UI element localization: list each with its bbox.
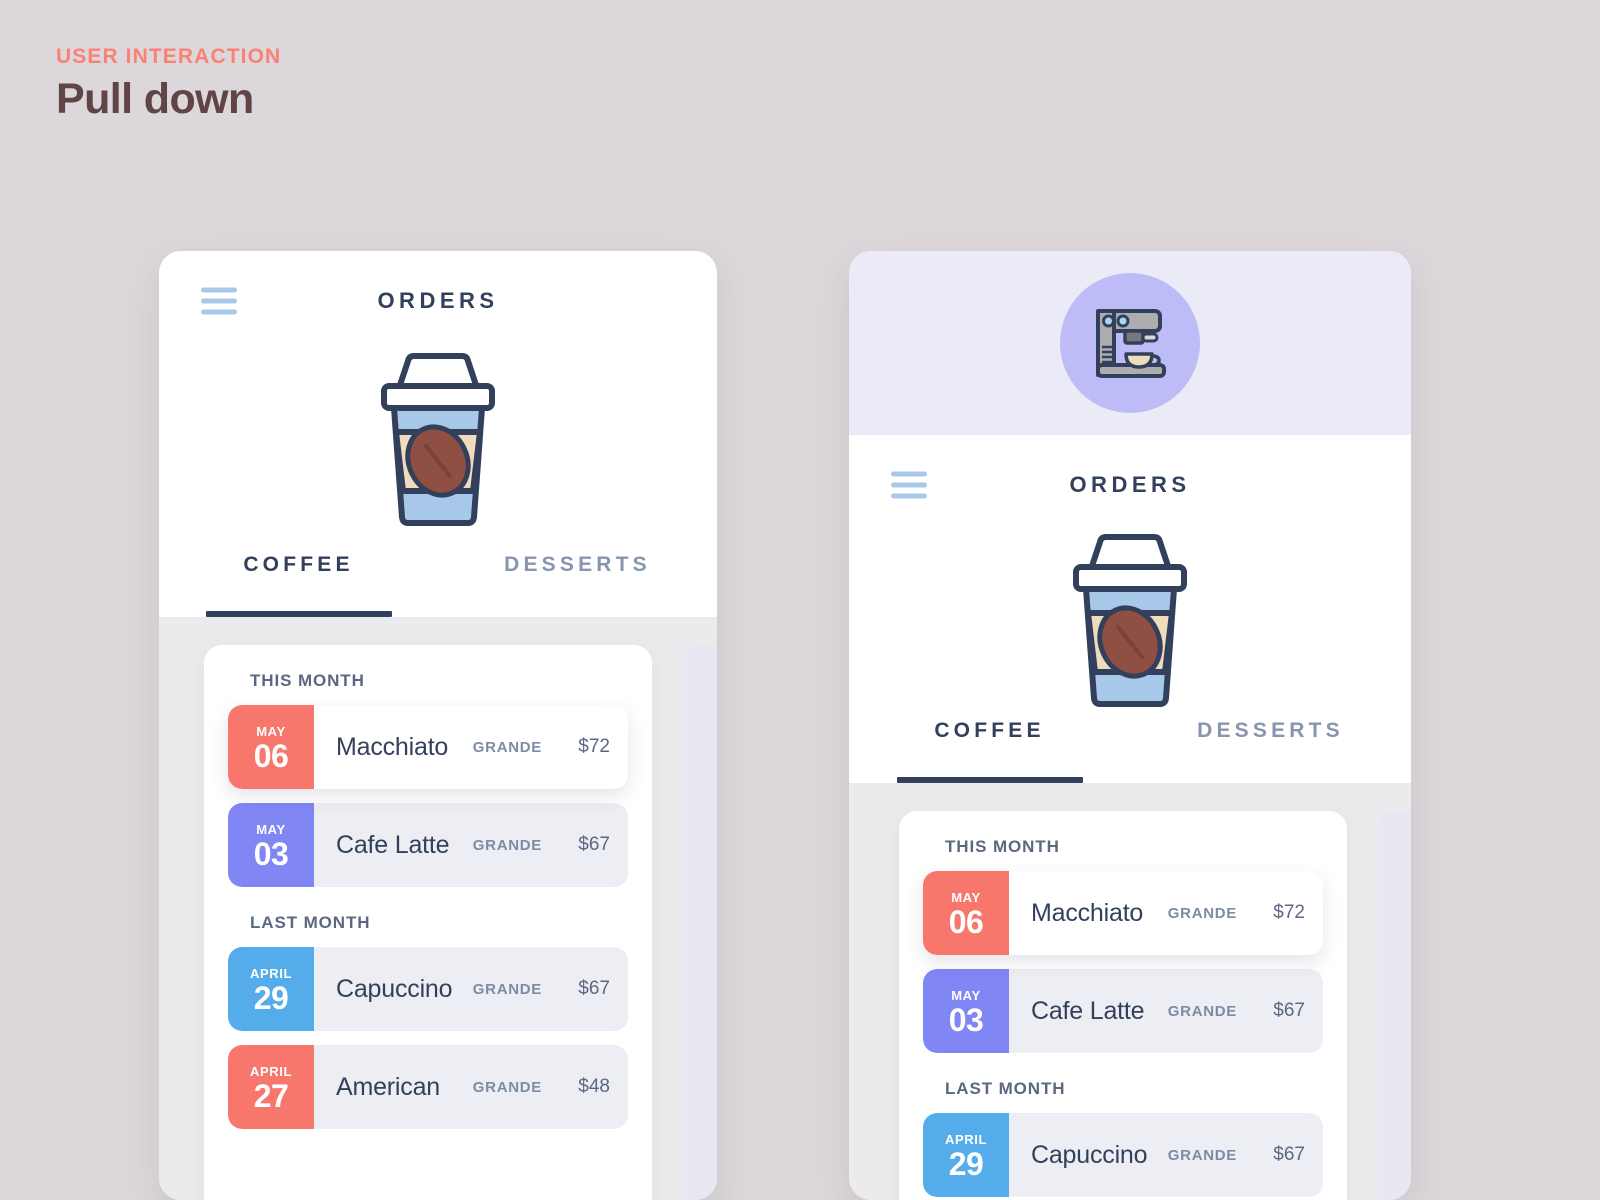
order-price: $72 <box>578 736 610 757</box>
phone-mockup-collapsed: ORDERS COFFEE DESSERTS THIS MONTH MAY 06… <box>159 251 717 1200</box>
date-day: 06 <box>253 737 289 774</box>
order-name: Cafe Latte <box>1031 996 1145 1025</box>
date-month: MAY <box>951 987 981 1003</box>
order-body: Capuccino GRANDE $67 <box>1009 1113 1323 1197</box>
order-size: GRANDE <box>472 1078 542 1096</box>
order-body: Cafe Latte GRANDE $67 <box>1009 969 1323 1053</box>
order-body: Cafe Latte GRANDE $67 <box>314 803 628 887</box>
date-badge: MAY 06 <box>228 705 314 789</box>
date-day: 29 <box>948 1145 984 1182</box>
orders-card: THIS MONTH MAY 06 Macchiato GRANDE $72 M… <box>204 645 652 1200</box>
date-badge: MAY 03 <box>923 969 1009 1053</box>
espresso-machine-badge <box>1060 273 1200 413</box>
section-label-this-month: THIS MONTH <box>945 837 1060 856</box>
app-top-section: ORDERS COFFEE DESSERTS <box>159 251 717 617</box>
order-price: $67 <box>578 978 610 999</box>
order-body: Macchiato GRANDE $72 <box>1009 871 1323 955</box>
table-row[interactable]: MAY 06 Macchiato GRANDE $72 <box>228 705 628 789</box>
date-badge: MAY 06 <box>923 871 1009 955</box>
pull-down-reveal-panel <box>849 251 1411 435</box>
hamburger-menu-icon[interactable] <box>891 471 927 499</box>
app-top-section: ORDERS COFFEE DESSERTS <box>849 435 1411 783</box>
order-size: GRANDE <box>472 836 542 854</box>
date-month: MAY <box>256 821 286 837</box>
orders-scroll-area[interactable]: THIS MONTH MAY 06 Macchiato GRANDE $72 M… <box>849 783 1411 1200</box>
page-heading: USER INTERACTION Pull down <box>56 44 281 127</box>
hero-illustration <box>159 333 717 539</box>
hero-illustration <box>849 517 1411 717</box>
order-name: American <box>336 1072 440 1101</box>
order-name: Capuccino <box>336 974 453 1003</box>
section-label-last-month: LAST MONTH <box>945 1079 1066 1098</box>
table-row[interactable]: APRIL 29 Capuccino GRANDE $67 <box>923 1113 1323 1197</box>
date-day: 03 <box>253 835 289 872</box>
order-name: Macchiato <box>1031 898 1144 927</box>
phone-mockup-pulled-down: ORDERS COFFEE DESSERTS THIS MONTH MAY 06… <box>849 251 1411 1200</box>
nav-bar: ORDERS <box>159 277 717 325</box>
order-price: $48 <box>578 1076 610 1097</box>
espresso-machine-icon <box>1084 295 1176 392</box>
date-day: 06 <box>948 903 984 940</box>
table-row[interactable]: MAY 03 Cafe Latte GRANDE $67 <box>228 803 628 887</box>
section-label-this-month: THIS MONTH <box>250 671 365 690</box>
order-size: GRANDE <box>472 738 542 756</box>
date-badge: APRIL 29 <box>228 947 314 1031</box>
peek-card[interactable] <box>681 645 717 1200</box>
tab-coffee[interactable]: COFFEE <box>159 545 438 617</box>
table-row[interactable]: APRIL 29 Capuccino GRANDE $67 <box>228 947 628 1031</box>
order-name: Macchiato <box>336 732 449 761</box>
order-name: Capuccino <box>1031 1140 1148 1169</box>
order-price: $67 <box>1273 1000 1305 1021</box>
tab-desserts[interactable]: DESSERTS <box>438 545 717 617</box>
order-price: $67 <box>1273 1144 1305 1165</box>
date-day: 27 <box>253 1077 289 1114</box>
coffee-cup-icon <box>368 339 508 534</box>
section-label-last-month: LAST MONTH <box>250 913 371 932</box>
date-month: APRIL <box>250 965 292 981</box>
tab-desserts[interactable]: DESSERTS <box>1130 711 1411 783</box>
tab-coffee-label: COFFEE <box>934 719 1045 742</box>
date-badge: MAY 03 <box>228 803 314 887</box>
order-price: $67 <box>578 834 610 855</box>
date-badge: APRIL 29 <box>923 1113 1009 1197</box>
order-size: GRANDE <box>1167 1002 1237 1020</box>
order-body: Capuccino GRANDE $67 <box>314 947 628 1031</box>
order-price: $72 <box>1273 902 1305 923</box>
tab-bar: COFFEE DESSERTS <box>159 545 717 617</box>
orders-card: THIS MONTH MAY 06 Macchiato GRANDE $72 M… <box>899 811 1347 1200</box>
tab-coffee-label: COFFEE <box>243 553 354 576</box>
date-month: MAY <box>256 723 286 739</box>
table-row[interactable]: MAY 03 Cafe Latte GRANDE $67 <box>923 969 1323 1053</box>
order-size: GRANDE <box>1167 1146 1237 1164</box>
nav-title: ORDERS <box>377 288 499 313</box>
order-size: GRANDE <box>1167 904 1237 922</box>
date-day: 29 <box>253 979 289 1016</box>
page-title: Pull down <box>56 75 254 124</box>
order-name: Cafe Latte <box>336 830 450 859</box>
orders-scroll-area[interactable]: THIS MONTH MAY 06 Macchiato GRANDE $72 M… <box>159 617 717 1200</box>
tab-desserts-label: DESSERTS <box>504 553 651 576</box>
order-body: Macchiato GRANDE $72 <box>314 705 628 789</box>
heading-eyebrow: USER INTERACTION <box>56 45 282 68</box>
date-day: 03 <box>948 1001 984 1038</box>
hamburger-menu-icon[interactable] <box>201 287 237 315</box>
tab-coffee[interactable]: COFFEE <box>849 711 1130 783</box>
date-month: MAY <box>951 889 981 905</box>
date-month: APRIL <box>250 1063 292 1079</box>
tab-desserts-label: DESSERTS <box>1197 719 1344 742</box>
table-row[interactable]: APRIL 27 American GRANDE $48 <box>228 1045 628 1129</box>
order-body: American GRANDE $48 <box>314 1045 628 1129</box>
date-badge: APRIL 27 <box>228 1045 314 1129</box>
coffee-cup-icon <box>1060 520 1200 715</box>
nav-title: ORDERS <box>1069 472 1191 497</box>
table-row[interactable]: MAY 06 Macchiato GRANDE $72 <box>923 871 1323 955</box>
tab-bar: COFFEE DESSERTS <box>849 711 1411 783</box>
peek-card[interactable] <box>1377 811 1411 1200</box>
order-size: GRANDE <box>472 980 542 998</box>
nav-bar: ORDERS <box>849 461 1411 509</box>
date-month: APRIL <box>945 1131 987 1147</box>
